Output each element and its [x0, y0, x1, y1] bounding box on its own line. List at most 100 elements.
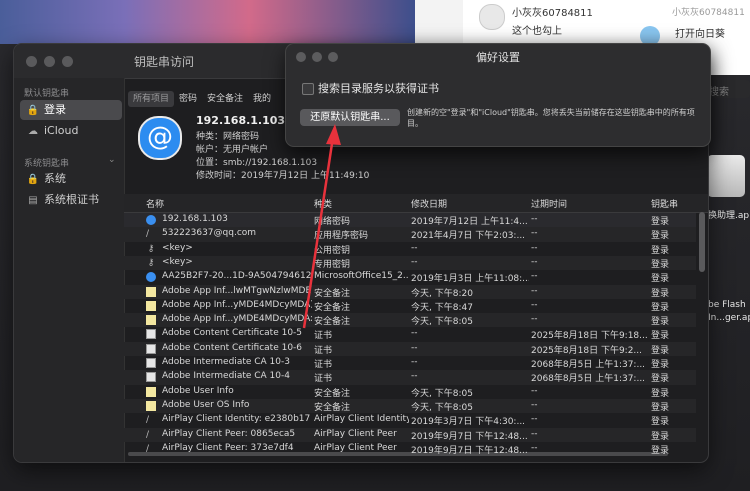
column-keychain[interactable]: 钥匙串: [651, 197, 678, 210]
detail-account: 帐户：无用户帐户: [196, 145, 269, 155]
table-row[interactable]: Adobe App Inf...yMDE4MDcyMDAx) 安全备注 今天, 下午…: [124, 313, 696, 328]
cell-name: AirPlay Client Peer: 373e7df4: [162, 442, 294, 453]
preferences-dialog: 偏好设置 搜索目录服务以获得证书 还原默认钥匙串... 创建新的空"登录"和"i…: [286, 44, 710, 146]
column-expires[interactable]: 过期时间: [531, 197, 567, 210]
column-name[interactable]: 名称: [146, 197, 164, 210]
checkbox-label[interactable]: 搜索目录服务以获得证书: [318, 80, 439, 96]
chevron-down-icon[interactable]: ⌄: [108, 155, 116, 165]
table-row[interactable]: Adobe App Inf...lwMTgwNzlwMDE) 安全备注 今天, 下午…: [124, 284, 696, 299]
cell-kind: 网络密码: [314, 217, 351, 227]
search-directory-checkbox[interactable]: [302, 83, 314, 95]
tab-secure-notes[interactable]: 安全备注: [202, 91, 248, 107]
tab-my[interactable]: 我的: [248, 91, 276, 107]
cell-modified: --: [411, 242, 418, 253]
table-row[interactable]: ∕ AirPlay Client Identity: e2380b17 AirPla…: [124, 413, 696, 427]
cell-modified: 2019年1月3日 上午11:08:...: [411, 274, 529, 285]
table-row[interactable]: Adobe User Info 安全备注 今天, 下午8:05 -- 登录: [124, 385, 696, 399]
cell-name: Adobe App Inf...lwMTgwNzlwMDE): [162, 285, 312, 296]
cell-name: Adobe Content Certificate 10-6: [162, 342, 303, 353]
table-row[interactable]: Adobe App Inf...yMDE4MDcyMDA) 安全备注 今天, 下午8…: [124, 299, 696, 313]
sidebar-item-system-roots[interactable]: ▤ 系统根证书: [20, 190, 122, 210]
reset-default-keychain-button[interactable]: 还原默认钥匙串...: [300, 109, 400, 126]
cell-name: AirPlay Client Peer: 0865eca5: [162, 428, 296, 439]
table-row[interactable]: ⚷ <key> 专用密钥 -- -- 登录: [124, 255, 696, 271]
minimize-button[interactable]: [44, 56, 55, 67]
close-button[interactable]: [26, 56, 37, 67]
cell-modified: 2019年9月7日 下午12:48...: [411, 445, 528, 456]
zoom-button[interactable]: [62, 56, 73, 67]
cell-expires: --: [531, 442, 538, 453]
table-row[interactable]: 192.168.1.103 网络密码 2019年7月12日 上午11:4... -- 登…: [124, 213, 696, 228]
cell-name: 532223637@qq.com: [162, 228, 257, 239]
note-icon: [146, 300, 156, 311]
lock-icon: 🔒: [26, 174, 40, 185]
cell-modified: 今天, 下午8:05: [411, 388, 473, 399]
desktop-file-label[interactable]: 换助理.ap: [708, 208, 749, 221]
cell-keychain: 登录: [651, 417, 670, 428]
cell-kind: 证书: [314, 345, 333, 356]
cell-keychain: 登录: [651, 245, 670, 256]
sidebar-item-login[interactable]: 🔒 登录: [20, 100, 122, 120]
tab-all-items[interactable]: 所有项目: [128, 91, 175, 107]
cell-kind: 安全备注: [314, 317, 351, 328]
cell-keychain: 登录: [651, 274, 670, 285]
cabinet-icon: ▤: [28, 195, 38, 206]
cert-icon: [146, 372, 156, 383]
table-row[interactable]: Adobe Content Certificate 10-5 证书 -- 2025年8…: [124, 327, 696, 341]
open-sunlogin-button[interactable]: 打开向日葵: [675, 25, 750, 40]
cell-keychain: 登录: [651, 288, 670, 299]
cell-keychain: 登录: [651, 345, 670, 356]
table-row[interactable]: Adobe Intermediate CA 10-4 证书 -- 2068年8月5日 …: [124, 370, 696, 385]
tab-passwords[interactable]: 密码: [174, 91, 202, 107]
cell-kind: 证书: [314, 360, 333, 370]
cell-kind: MicrosoftOffice15_2...: [314, 271, 409, 282]
cert-icon: [146, 329, 156, 340]
cell-modified: --: [411, 256, 418, 267]
note-icon: [146, 386, 156, 397]
table-row[interactable]: Adobe Intermediate CA 10-3 证书 -- 2068年8月5日 …: [124, 356, 696, 370]
pen-icon: ∕: [146, 415, 150, 426]
cell-keychain: 登录: [651, 231, 670, 242]
desktop-file-label[interactable]: be Flash: [708, 300, 746, 310]
vertical-scrollbar[interactable]: [699, 212, 705, 272]
cell-keychain: 登录: [651, 302, 670, 313]
sidebar-item-system[interactable]: 🔒 系统: [20, 169, 122, 189]
lock-icon: 🔒: [26, 105, 40, 116]
chat-user-name: 小灰灰60784811: [512, 8, 593, 19]
column-kind[interactable]: 种类: [314, 197, 332, 210]
cell-kind: 专用密钥: [314, 259, 351, 270]
cell-keychain: 登录: [651, 402, 670, 413]
cell-expires: --: [531, 271, 538, 282]
desktop-file-label[interactable]: In...ger.ap: [708, 313, 750, 323]
sidebar-section-system: 系统钥匙串: [24, 159, 70, 169]
cell-name: AA25B2F7-20...1D-9A5047946128: [162, 271, 312, 282]
avatar[interactable]: [479, 4, 505, 30]
cell-name: Adobe App Inf...yMDE4MDcyMDAx): [162, 314, 312, 325]
sidebar-item-label: 系统: [44, 172, 66, 185]
table-row[interactable]: ∕ AirPlay Client Peer: 0865eca5 AirPlay Cl…: [124, 427, 696, 442]
cell-expires: --: [531, 228, 538, 239]
table-row[interactable]: ∕ AirPlay Client Peer: 373e7df4 AirPlay Cl…: [124, 442, 696, 456]
note-icon: [146, 315, 156, 326]
table-row[interactable]: ⚷ <key> 公用密钥 -- -- 登录: [124, 242, 696, 256]
sidebar-item-icloud[interactable]: ☁ iCloud: [20, 121, 122, 141]
note-icon: [146, 400, 156, 411]
window-title: 钥匙串访问: [134, 55, 195, 69]
table-row[interactable]: Adobe Content Certificate 10-6 证书 -- 2025年8…: [124, 341, 696, 356]
wallpaper: [0, 0, 415, 44]
table-row[interactable]: ∕ 532223637@qq.com 应用程序密码 2021年4月7日 下午2:03:…: [124, 227, 696, 242]
cell-kind: 安全备注: [314, 302, 351, 313]
table-row[interactable]: AA25B2F7-20...1D-9A5047946128 MicrosoftOf…: [124, 270, 696, 284]
cell-keychain: 登录: [651, 259, 670, 270]
chat-snippet: 这个也勾上: [512, 26, 562, 37]
sidebar-item-label: 系统根证书: [44, 193, 99, 206]
column-modified[interactable]: 修改日期: [411, 197, 447, 210]
cell-expires: --: [531, 385, 538, 396]
table-row[interactable]: Adobe User OS Info 安全备注 今天, 下午8:05 -- 登录: [124, 398, 696, 414]
cell-name: Adobe User OS Info: [162, 399, 250, 410]
app-file-icon[interactable]: [707, 155, 745, 197]
cell-name: 192.168.1.103: [162, 214, 228, 224]
detail-modified: 修改时间：2019年7月12日 上午11:49:10: [196, 171, 370, 181]
cell-expires: --: [531, 414, 538, 425]
reset-description: 创建新的空"登录"和"iCloud"钥匙串。您将丢失当前储存在这些钥匙串中的所有…: [407, 108, 695, 128]
